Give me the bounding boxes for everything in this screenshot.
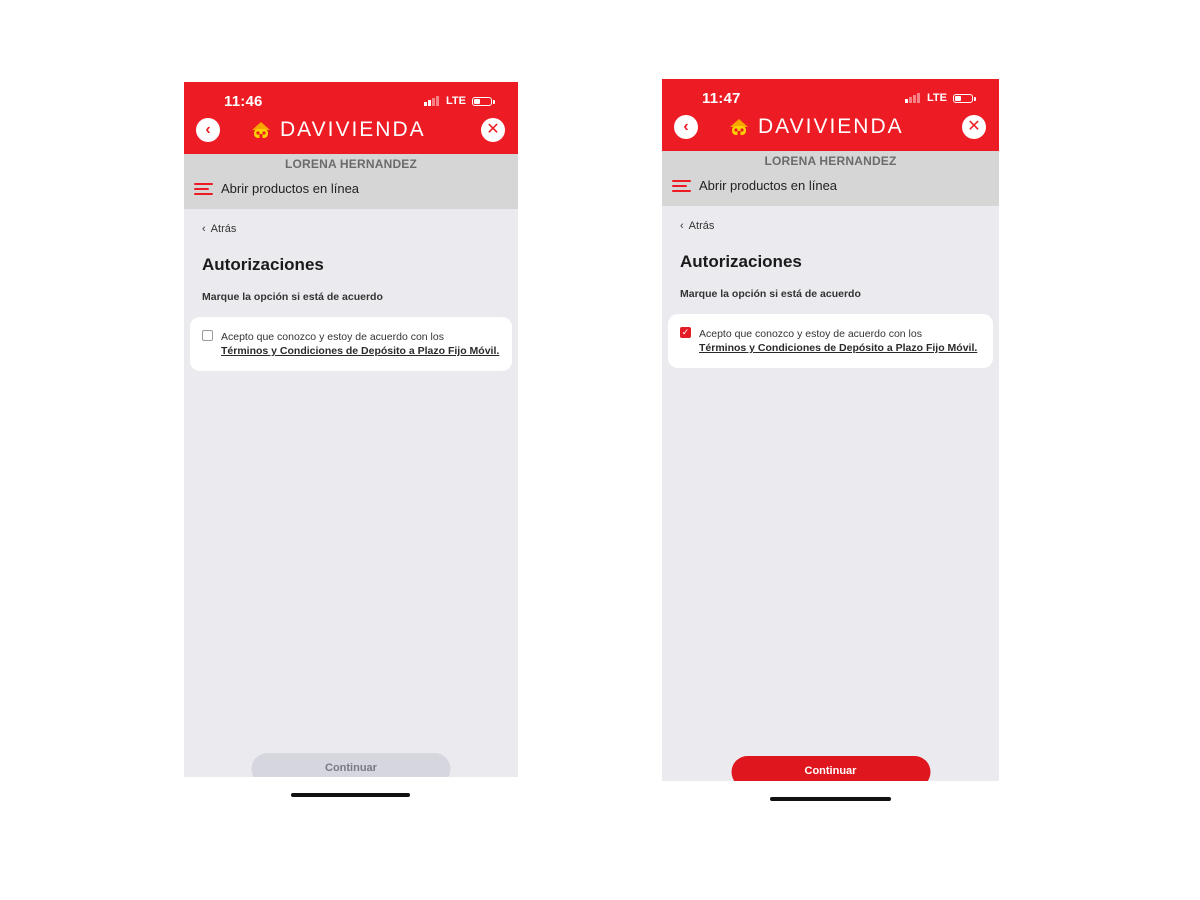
signal-icon — [905, 93, 921, 103]
chevron-left-icon: ‹ — [202, 223, 206, 235]
status-time: 11:46 — [224, 93, 263, 110]
page-title: Autorizaciones — [202, 255, 324, 274]
terms-card: Acepto que conozco y estoy de acuerdo co… — [190, 317, 512, 371]
user-name: LORENA HERNANDEZ — [284, 157, 418, 171]
home-indicator — [770, 797, 891, 801]
continue-button[interactable]: Continuar — [731, 756, 930, 781]
network-label: LTE — [446, 95, 466, 107]
instruction-text: Marque la opción si está de acuerdo — [202, 291, 383, 303]
terms-prefix: Acepto que conozco y estoy de acuerdo co… — [221, 331, 444, 343]
chevron-left-icon[interactable]: ‹ — [674, 115, 698, 139]
signal-icon — [424, 96, 440, 106]
terms-card: ✓ Acepto que conozco y estoy de acuerdo … — [668, 314, 993, 368]
menu-label: Abrir productos en línea — [699, 178, 838, 193]
logo-text: DAVIVIENDA — [280, 118, 426, 141]
phone-screen-unchecked: 11:46 LTE ‹ DAVIVIENDA ✕ LORENA HERNANDE… — [184, 82, 518, 777]
chevron-left-icon[interactable]: ‹ — [196, 118, 220, 142]
chevron-left-icon: ‹ — [680, 220, 684, 232]
davivienda-logo: DAVIVIENDA — [728, 115, 904, 139]
close-icon[interactable]: ✕ — [481, 118, 505, 142]
app-header: 11:46 LTE ‹ DAVIVIENDA ✕ — [184, 82, 518, 154]
phone-screen-checked: 11:47 LTE ‹ DAVIVIENDA ✕ LORENA HERNANDE… — [662, 79, 999, 781]
status-time: 11:47 — [702, 90, 741, 107]
page-title: Autorizaciones — [680, 252, 802, 271]
back-link[interactable]: ‹ Atrás — [680, 220, 714, 232]
status-indicators: LTE — [424, 95, 495, 107]
user-band: LORENA HERNANDEZ Abrir productos en líne… — [184, 154, 518, 209]
home-indicator — [291, 793, 410, 797]
status-indicators: LTE — [905, 92, 976, 104]
close-icon[interactable]: ✕ — [962, 115, 986, 139]
terms-checkbox[interactable] — [202, 330, 213, 341]
terms-link[interactable]: Términos y Condiciones de Depósito a Pla… — [221, 344, 499, 358]
back-label: Atrás — [688, 220, 715, 232]
terms-link[interactable]: Términos y Condiciones de Depósito a Pla… — [699, 341, 977, 355]
terms-text: Acepto que conozco y estoy de acuerdo co… — [221, 330, 499, 358]
app-header: 11:47 LTE ‹ DAVIVIENDA ✕ — [662, 79, 999, 151]
continue-button[interactable]: Continuar — [251, 753, 451, 777]
menu-label: Abrir productos en línea — [221, 181, 360, 196]
terms-text: Acepto que conozco y estoy de acuerdo co… — [699, 327, 977, 355]
davivienda-house-icon — [730, 119, 748, 135]
checkmark-icon: ✓ — [681, 327, 690, 337]
menu-open-products[interactable]: Abrir productos en línea — [672, 178, 837, 193]
user-band: LORENA HERNANDEZ Abrir productos en líne… — [662, 151, 999, 206]
battery-icon — [953, 93, 976, 103]
terms-prefix: Acepto que conozco y estoy de acuerdo co… — [699, 328, 922, 340]
network-label: LTE — [927, 92, 947, 104]
menu-icon — [194, 182, 213, 196]
davivienda-logo: DAVIVIENDA — [250, 118, 426, 142]
davivienda-house-icon — [252, 122, 270, 138]
menu-open-products[interactable]: Abrir productos en línea — [194, 181, 359, 196]
terms-checkbox[interactable]: ✓ — [680, 327, 691, 338]
user-name: LORENA HERNANDEZ — [764, 154, 897, 168]
back-label: Atrás — [210, 223, 237, 235]
logo-text: DAVIVIENDA — [758, 115, 904, 138]
battery-icon — [472, 96, 495, 106]
instruction-text: Marque la opción si está de acuerdo — [680, 288, 861, 300]
menu-icon — [672, 179, 691, 193]
back-link[interactable]: ‹ Atrás — [202, 223, 236, 235]
